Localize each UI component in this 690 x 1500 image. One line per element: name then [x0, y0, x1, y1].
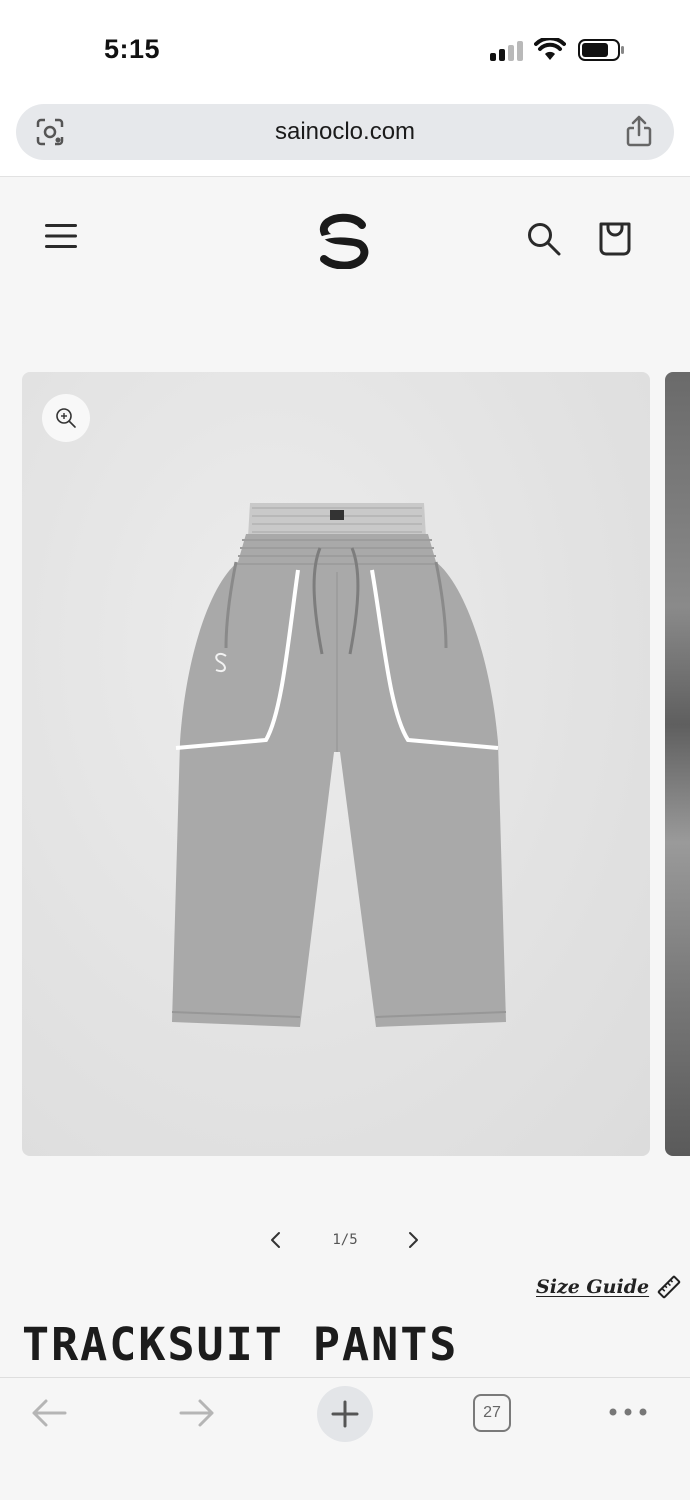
share-icon[interactable]	[624, 114, 654, 153]
chevron-right-icon[interactable]	[405, 1230, 421, 1255]
menu-icon[interactable]	[44, 222, 78, 255]
size-guide-label: Size Guide	[536, 1276, 650, 1298]
product-title: TRACKSUIT PANTS	[22, 1318, 459, 1371]
plus-icon	[331, 1400, 359, 1428]
ruler-icon	[657, 1275, 681, 1299]
product-image	[171, 503, 507, 1027]
url-text: sainoclo.com	[274, 118, 416, 145]
back-arrow-icon[interactable]	[30, 1396, 68, 1435]
more-options-icon[interactable]	[608, 1404, 648, 1422]
battery-icon	[578, 39, 624, 61]
status-bar: 5:15	[0, 0, 690, 100]
site-header	[0, 177, 690, 307]
tab-switcher-button[interactable]: 27	[473, 1394, 511, 1432]
product-image-gallery[interactable]	[22, 372, 650, 1156]
status-time: 5:15	[104, 34, 161, 64]
browser-address-bar: sainoclo.com	[0, 100, 690, 177]
cellular-signal-icon	[490, 41, 524, 61]
browser-toolbar: 27	[0, 1377, 690, 1500]
wifi-icon	[534, 36, 566, 67]
slide-counter: 1/5	[332, 1232, 358, 1248]
brand-logo-icon[interactable]	[316, 213, 374, 274]
url-field[interactable]: sainoclo.com	[16, 104, 674, 160]
zoom-in-icon	[56, 408, 76, 428]
next-slide-peek[interactable]	[665, 372, 690, 1156]
gallery-slider-controls: 1/5	[0, 1222, 690, 1262]
search-icon[interactable]	[526, 221, 562, 262]
new-tab-button[interactable]	[317, 1386, 373, 1442]
zoom-button[interactable]	[42, 394, 90, 442]
cart-icon[interactable]	[597, 219, 633, 262]
forward-arrow-icon[interactable]	[178, 1396, 216, 1435]
size-guide-link[interactable]: Size Guide	[536, 1275, 681, 1299]
